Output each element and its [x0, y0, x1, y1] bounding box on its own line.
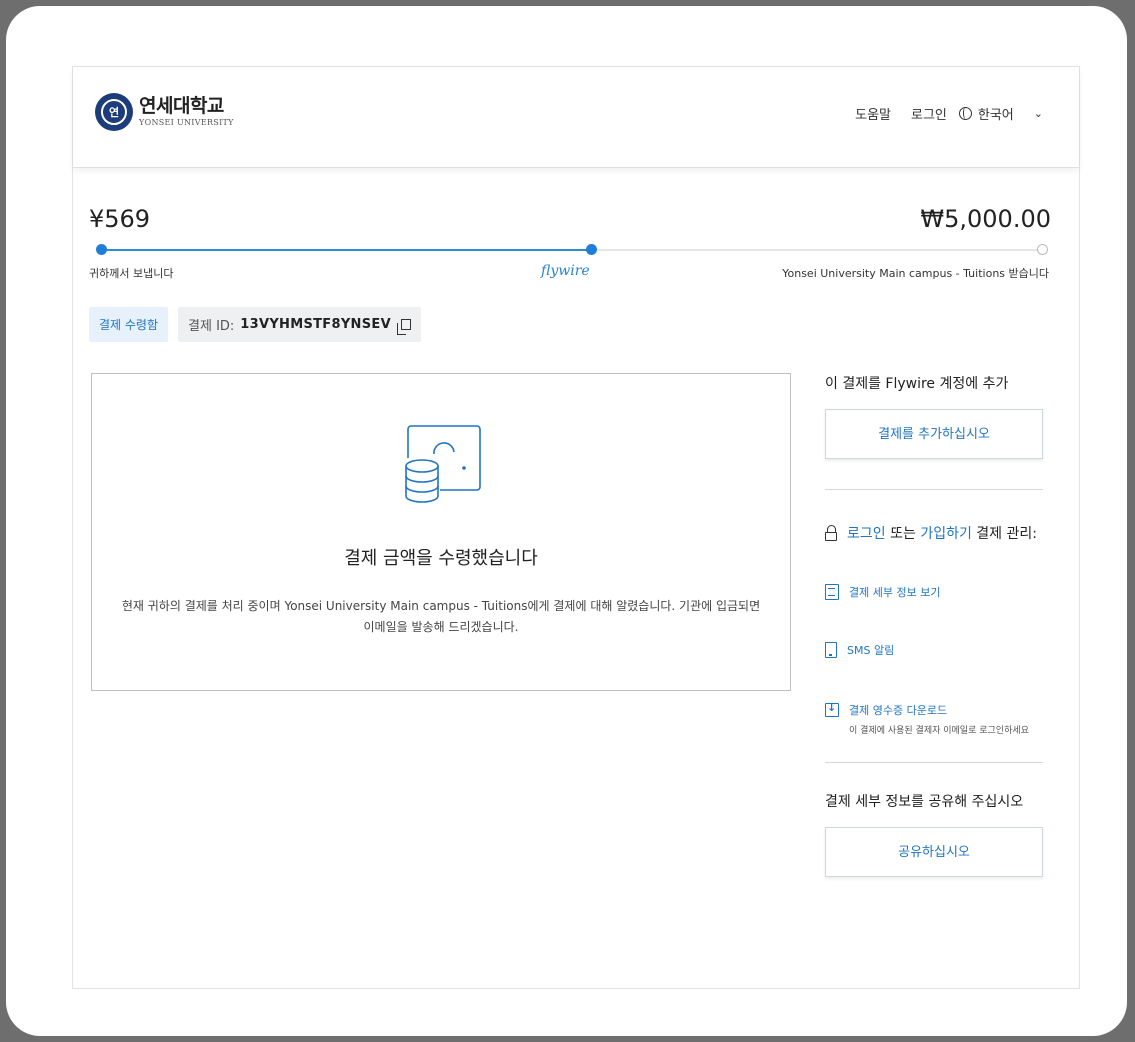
manage-payment-row: 로그인 또는 가입하기 결제 관리: — [825, 524, 1045, 544]
download-receipt-action[interactable]: 결제 영수증 다운로드 — [825, 701, 1045, 718]
payment-id-value: 13VYHMSTF8YNSEV — [240, 317, 391, 332]
divider — [825, 489, 1043, 490]
received-description: 현재 귀하의 결제를 처리 중이며 Yonsei University Main… — [121, 599, 761, 634]
language-selector[interactable]: 한국어 ⌄ — [958, 104, 1043, 123]
view-details-label: 결제 세부 정보 보기 — [849, 586, 941, 599]
share-button[interactable]: 공유하십시오 — [825, 827, 1043, 877]
progress-end-dot — [1037, 244, 1048, 255]
share-heading: 결제 세부 정보를 공유해 주십시오 — [825, 794, 1024, 810]
divider — [825, 762, 1043, 763]
signup-link[interactable]: 가입하기 — [920, 526, 972, 542]
flywire-logo: flywire — [541, 263, 590, 279]
lock-icon — [825, 525, 837, 541]
payment-id-label: 결제 ID: — [188, 319, 235, 334]
copy-icon[interactable] — [396, 319, 411, 335]
progress-current-dot — [585, 244, 597, 255]
or-text: 또는 — [885, 526, 921, 542]
sidebar: 이 결제를 Flywire 계정에 추가 결제를 추가하십시오 로그인 또는 가… — [825, 373, 1045, 877]
globe-icon — [958, 107, 972, 120]
top-nav: 도움말 로그인 한국어 ⌄ — [835, 104, 1043, 123]
window-frame: 연 연세대학교 YONSEI UNIVERSITY 도움말 로그인 한국어 ⌄ … — [6, 6, 1127, 1036]
university-logo[interactable]: 연 연세대학교 YONSEI UNIVERSITY — [95, 93, 234, 131]
progress-track — [96, 244, 1048, 255]
document-icon — [825, 584, 839, 600]
payment-id-badge: 결제 ID: 13VYHMSTF8YNSEV — [178, 307, 421, 342]
sms-alert-label: SMS 알림 — [847, 644, 895, 657]
status-badge: 결제 수령함 — [89, 307, 169, 342]
received-title: 결제 금액을 수령했습니다 — [344, 548, 538, 569]
university-seal-icon: 연 — [95, 93, 133, 131]
language-label: 한국어 — [977, 108, 1014, 123]
status-row: 결제 수령함 결제 ID: 13VYHMSTF8YNSEV — [89, 307, 421, 342]
download-icon — [825, 701, 839, 717]
progress-start-dot — [96, 244, 107, 255]
seal-text: 연 — [101, 99, 127, 125]
sidebar-login-link[interactable]: 로그인 — [847, 526, 886, 542]
send-amount: ¥569 — [89, 205, 151, 233]
receipt-note: 이 결제에 사용된 결제자 이메일로 로그인하세요 — [849, 726, 1029, 736]
wallet-coins-icon — [404, 425, 481, 504]
phone-icon — [825, 642, 837, 658]
chevron-down-icon: ⌄ — [1033, 107, 1043, 120]
login-link[interactable]: 로그인 — [911, 104, 947, 123]
receive-amount: ₩5,000.00 — [920, 205, 1051, 233]
manage-payment-text: 로그인 또는 가입하기 결제 관리: — [847, 524, 1037, 544]
sender-label: 귀하께서 보냅니다 — [89, 267, 174, 280]
logo-korean-name: 연세대학교 — [139, 95, 224, 117]
header: 연 연세대학교 YONSEI UNIVERSITY 도움말 로그인 한국어 ⌄ — [73, 67, 1079, 168]
payment-card: 연 연세대학교 YONSEI UNIVERSITY 도움말 로그인 한국어 ⌄ … — [72, 66, 1080, 989]
progress-fill — [101, 249, 591, 251]
help-link[interactable]: 도움말 — [855, 104, 891, 123]
sms-alert-action[interactable]: SMS 알림 — [825, 642, 1045, 658]
receiver-label: Yonsei University Main campus - Tuitions… — [782, 267, 1049, 280]
payment-received-panel: 결제 금액을 수령했습니다 현재 귀하의 결제를 처리 중이며 Yonsei U… — [91, 373, 791, 691]
manage-text: 결제 관리: — [971, 526, 1037, 542]
download-receipt-label: 결제 영수증 다운로드 — [849, 704, 948, 717]
add-payment-heading: 이 결제를 Flywire 계정에 추가 — [825, 376, 1009, 392]
add-payment-button[interactable]: 결제를 추가하십시오 — [825, 409, 1043, 459]
view-details-action[interactable]: 결제 세부 정보 보기 — [825, 584, 1045, 600]
logo-english-name: YONSEI UNIVERSITY — [139, 118, 234, 127]
